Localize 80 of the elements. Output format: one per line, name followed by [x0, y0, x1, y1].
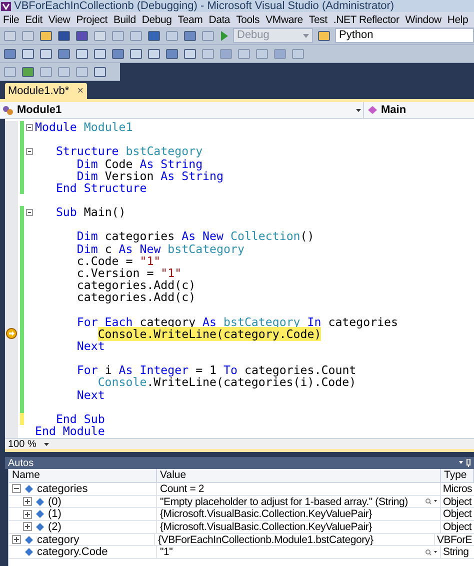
code-line: Sub Main(): [54, 206, 126, 218]
variable-value: "1": [160, 546, 173, 558]
variable-type: Object: [442, 496, 473, 508]
code-line: Module Module1: [35, 121, 133, 134]
code-line: Structure bstCategory: [54, 145, 203, 158]
variable-name: category.Code: [37, 546, 108, 558]
expand-icon[interactable]: [12, 535, 21, 544]
magnifier-icon[interactable]: [425, 548, 437, 556]
editor-tab[interactable]: Module1.vb* ×: [5, 83, 87, 99]
menu-item[interactable]: Data: [208, 12, 230, 26]
dropdown-arrow-icon: [44, 442, 50, 446]
variable-value: {Microsoft.VisualBasic.Collection.KeyValuePair}: [160, 520, 372, 533]
variable-value: Count = 2: [160, 482, 204, 495]
module-icon: [2, 104, 14, 116]
menu-item[interactable]: Debug: [142, 12, 172, 26]
code-line: For i As Integer = 1 To categories.Count: [76, 364, 356, 376]
dropdown-arrow-icon: [303, 34, 309, 38]
code-line: Next: [76, 388, 105, 401]
zoom-dropdown[interactable]: 100 %: [8, 438, 50, 450]
menu-item[interactable]: Window: [405, 12, 442, 26]
menu-item[interactable]: Team: [178, 12, 203, 26]
close-button[interactable]: ×: [77, 84, 84, 98]
menu-item[interactable]: Edit: [25, 12, 42, 26]
dropdown-arrow-icon: [356, 108, 361, 112]
code-line: End Structure: [54, 182, 147, 194]
variable-value: {Microsoft.VisualBasic.Collection.KeyValuePair}: [160, 508, 372, 520]
code-line: Dim categories As New Collection(): [76, 230, 314, 242]
code-line: Dim c As New bstCategory: [76, 242, 244, 255]
code-line: Dim Version As String: [76, 170, 224, 182]
expand-icon[interactable]: [23, 510, 32, 519]
magnifier-icon[interactable]: [425, 498, 437, 506]
code-line: Console.WriteLine(categories(i).Code): [96, 376, 356, 388]
variable-type: VBForE: [436, 534, 473, 546]
variable-type: Object: [442, 521, 473, 533]
column-header[interactable]: Value: [157, 469, 441, 482]
menu-item[interactable]: Test: [308, 12, 328, 26]
collapse-icon[interactable]: [26, 148, 33, 155]
variable-value: "Empty placeholder to adjust for 1-based array." (String): [160, 496, 408, 508]
type-dropdown[interactable]: Module1: [0, 102, 364, 118]
variable-type: Micros: [442, 483, 473, 495]
variable-name: categories: [37, 482, 88, 495]
menu-item[interactable]: File: [3, 12, 20, 26]
code-line: c.Version = "1": [76, 266, 182, 279]
collapse-icon[interactable]: [26, 208, 33, 216]
window-title: VBForEachInCollectionb (Debugging) - Microsoft Visual Studio (Administrator): [14, 0, 394, 12]
find-field[interactable]: Python: [335, 28, 474, 43]
code-line: c.Code = "1": [76, 254, 161, 267]
variable-name: (2): [48, 520, 62, 533]
menu-item[interactable]: VMware: [266, 12, 303, 26]
app-icon: [1, 2, 11, 10]
menu-item[interactable]: Project: [76, 12, 108, 26]
collapse-icon[interactable]: [26, 124, 33, 131]
column-header[interactable]: Type: [441, 469, 474, 482]
code-line: Next: [76, 340, 105, 352]
collapse-icon[interactable]: [12, 484, 21, 494]
variable-type: Object: [442, 508, 473, 520]
code-line: End Sub: [54, 412, 105, 425]
menu-item[interactable]: .NET Reflector: [333, 12, 400, 26]
code-line: Dim Code As String: [76, 158, 203, 170]
code-line: categories.Add(c): [76, 291, 196, 304]
code-line: categories.Add(c): [76, 279, 196, 292]
member-dropdown[interactable]: Main: [364, 102, 474, 118]
pin-icon[interactable]: [459, 459, 471, 467]
column-header[interactable]: Name: [9, 469, 157, 482]
menu-item[interactable]: Tools: [236, 12, 260, 26]
variable-type: String: [442, 546, 470, 558]
variable-name: (0): [48, 496, 62, 508]
code-line: For Each category As bstCategory In categories: [76, 316, 398, 328]
play-icon[interactable]: [219, 30, 229, 42]
expand-icon[interactable]: [23, 522, 32, 532]
variable-name: (1): [48, 508, 62, 520]
code-line: End Module: [35, 424, 105, 437]
variable-name: category: [37, 534, 80, 546]
panel-title: Autos: [8, 458, 34, 468]
method-icon: [367, 105, 378, 115]
menu-item[interactable]: Build: [113, 12, 136, 26]
menu-item[interactable]: View: [48, 12, 70, 26]
menu-item[interactable]: Help: [447, 12, 468, 26]
variable-value: {VBForEachInCollectionb.Module1.bstCategory}: [158, 534, 374, 546]
expand-icon[interactable]: [23, 497, 32, 506]
